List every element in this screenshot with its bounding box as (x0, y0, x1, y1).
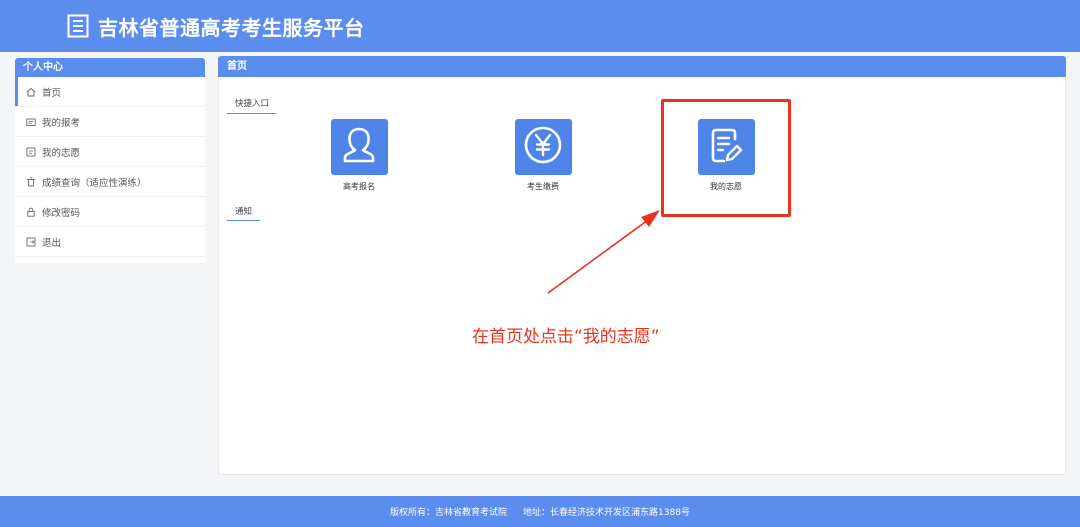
footer: 版权所有：吉林省教育考试院 地址：长春经济技术开发区浦东路1388号 (0, 496, 1080, 527)
sidebar-heading: 个人中心 (15, 58, 205, 77)
sidebar-item-label: 成绩查询（适应性演练） (42, 177, 147, 189)
form-icon (26, 147, 36, 157)
tile-label: 考生缴费 (527, 182, 559, 191)
top-header: 吉林省普通高考考生服务平台 (0, 0, 1080, 52)
highlight-box (661, 99, 791, 217)
sidebar-item-label: 修改密码 (42, 207, 81, 219)
tile-fee-payment-box[interactable] (514, 119, 572, 175)
logout-icon (26, 237, 36, 247)
user-icon (340, 125, 378, 169)
tile-exam-registration-box[interactable] (330, 119, 388, 175)
tile-label: 高考报名 (343, 182, 375, 191)
site-title: 吉林省普通高考考生服务平台 (98, 15, 365, 40)
sidebar: 个人中心 首页 我的报考 我的志愿 成绩查询（适应性演练） 修改密码 退出 (15, 58, 205, 263)
sidebar-item-label: 首页 (42, 87, 62, 99)
yen-icon (522, 124, 564, 170)
sidebar-item-label: 退出 (42, 237, 62, 249)
annotation-text: 在首页处点击“我的志愿” (472, 327, 660, 347)
quick-entry-title: 快捷入口 (235, 99, 270, 109)
home-icon (26, 87, 36, 97)
trash-icon (26, 177, 36, 187)
main-heading: 首页 (218, 56, 1066, 77)
sidebar-item-my-registration[interactable]: 我的报考 (15, 107, 205, 137)
tile-exam-registration[interactable]: 高考报名 (329, 119, 389, 192)
sidebar-item-my-volunteer[interactable]: 我的志愿 (15, 137, 205, 167)
id-card-icon (26, 117, 36, 127)
footer-copyright: 版权所有：吉林省教育考试院 (390, 508, 508, 518)
notice-title: 通知 (235, 207, 253, 217)
document-list-icon (67, 14, 89, 38)
footer-address: 地址：长春经济技术开发区浦东路1388号 (523, 508, 690, 518)
sidebar-item-change-password[interactable]: 修改密码 (15, 197, 205, 227)
sidebar-item-score-query[interactable]: 成绩查询（适应性演练） (15, 167, 205, 197)
sidebar-item-logout[interactable]: 退出 (15, 227, 205, 257)
lock-icon (26, 207, 36, 217)
sidebar-item-home[interactable]: 首页 (15, 77, 205, 107)
notice-underline (227, 220, 260, 221)
tile-fee-payment[interactable]: 考生缴费 (513, 119, 573, 192)
sidebar-item-label: 我的报考 (42, 117, 81, 129)
quick-entry-underline (227, 113, 276, 114)
sidebar-item-label: 我的志愿 (42, 147, 81, 159)
